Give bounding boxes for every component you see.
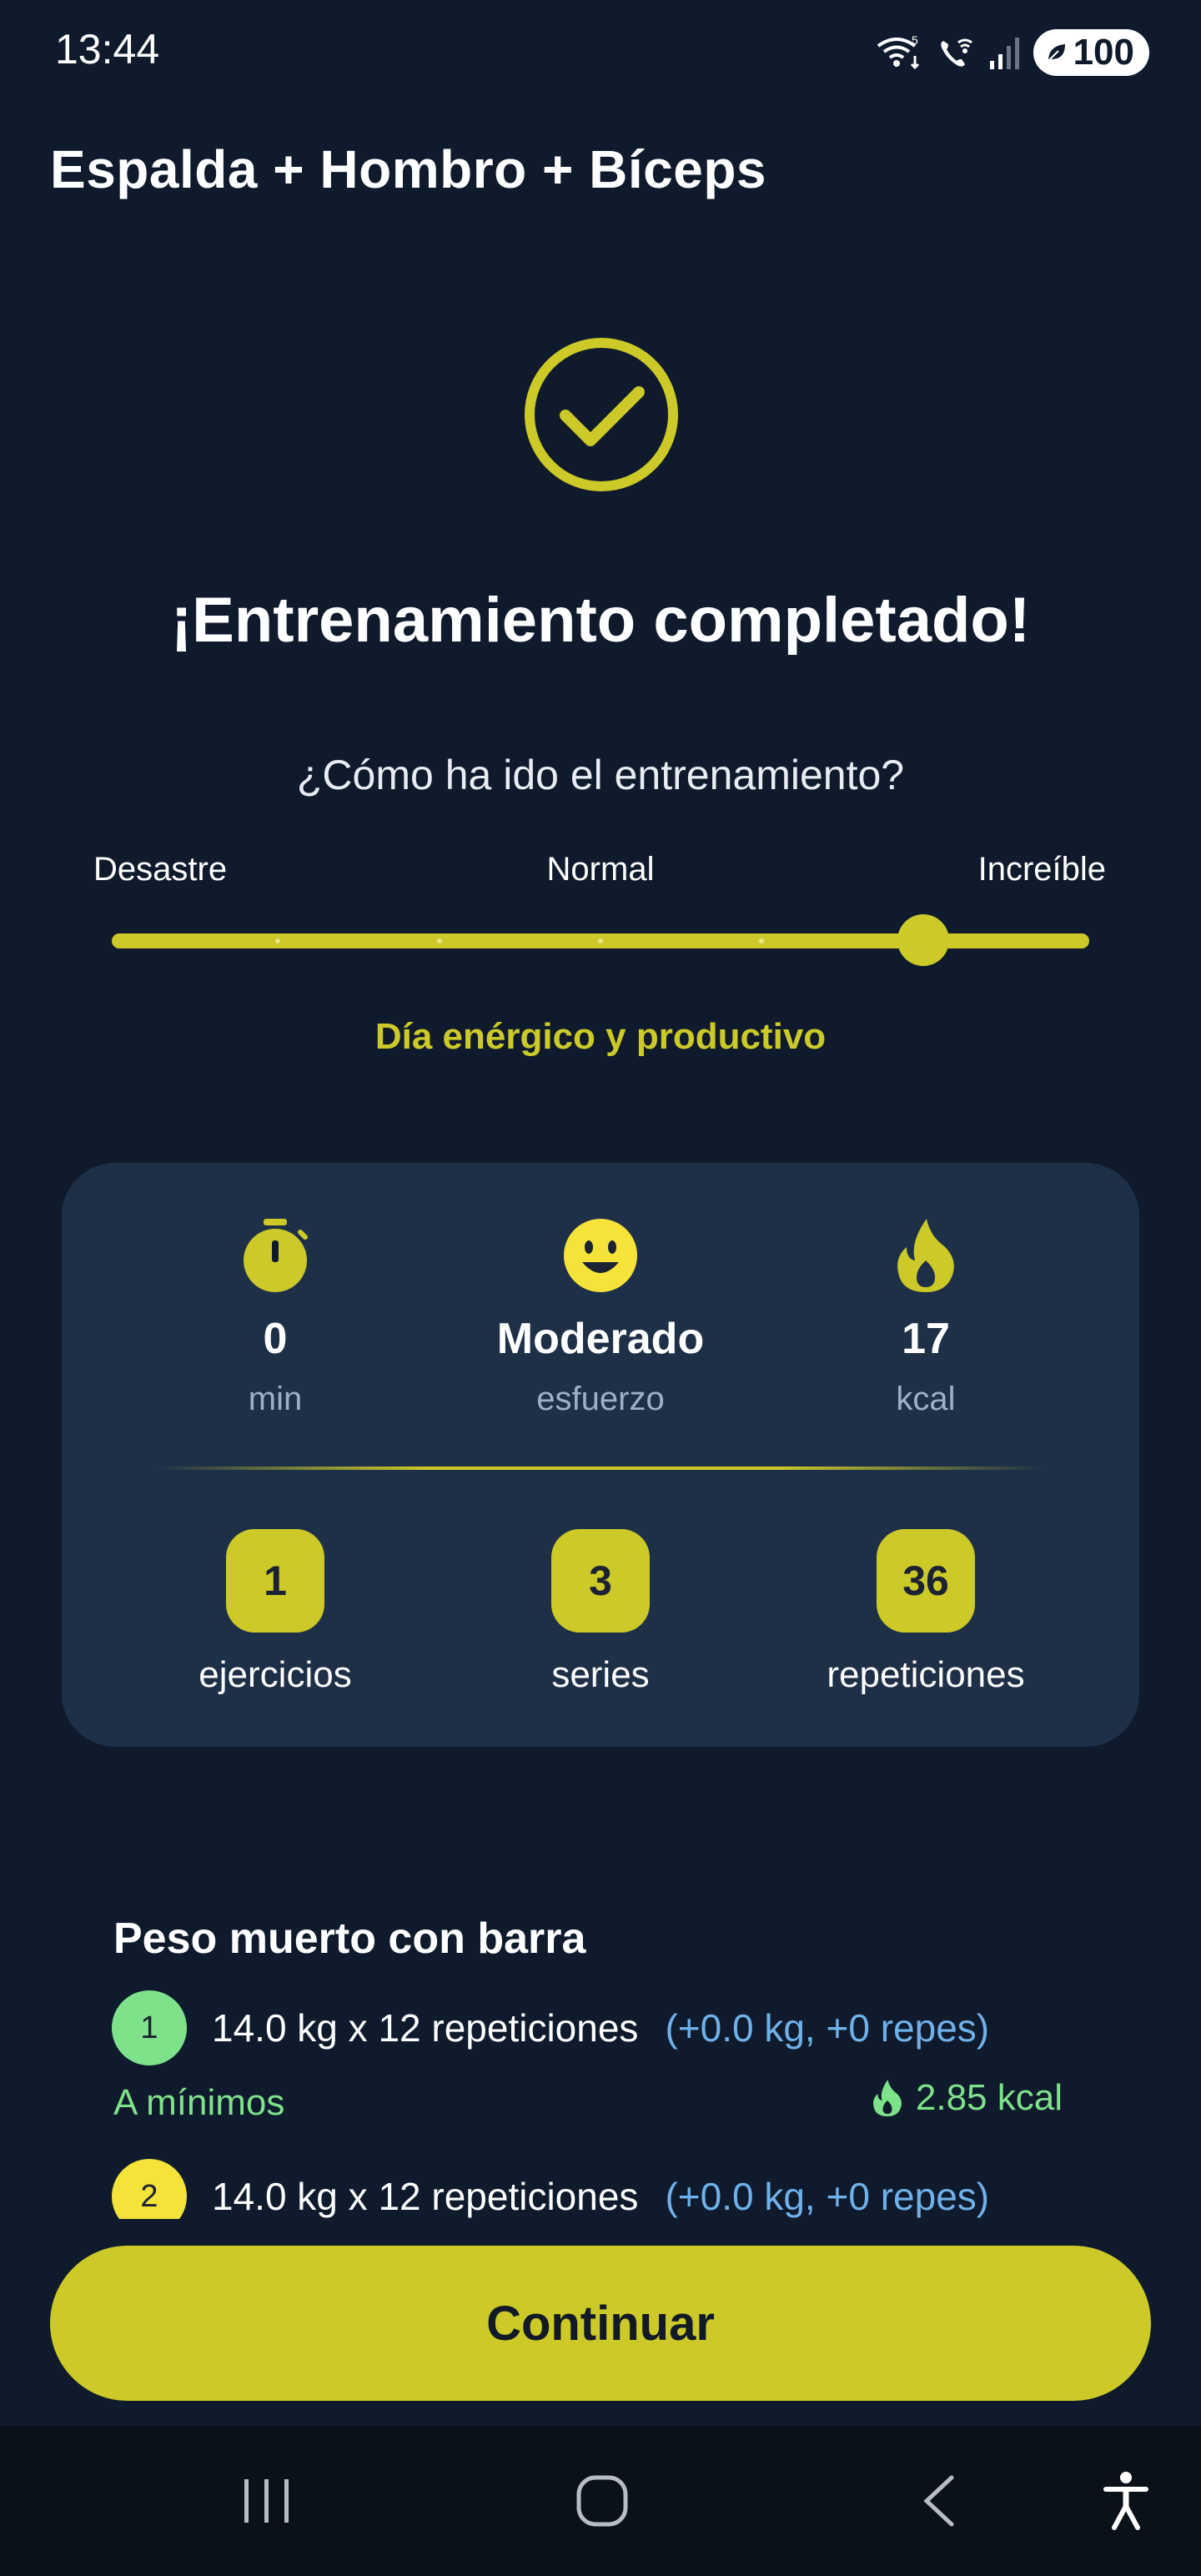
battery-level: 100 [1073, 32, 1134, 73]
set-kcal: 2.85 kcal [871, 2077, 1063, 2119]
count-series: 3 series [434, 1529, 767, 1696]
stopwatch-icon [108, 1214, 442, 1297]
status-icons: 5 100 [875, 28, 1149, 77]
set-number-badge: 1 [112, 1990, 187, 2065]
accessibility-icon[interactable] [1068, 2426, 1184, 2576]
completion-headline: ¡Entrenamiento completado! [170, 585, 1031, 656]
exercise-name: Peso muerto con barra [113, 1914, 586, 1963]
duration-unit: min [248, 1381, 303, 1417]
check-circle-icon [522, 335, 681, 494]
stat-duration: 0 min [108, 1214, 442, 1418]
series-count-badge: 3 [551, 1529, 650, 1633]
stat-calories: 17 kcal [759, 1214, 1093, 1418]
flame-icon [872, 2080, 902, 2116]
continue-button[interactable]: Continuar [50, 2246, 1151, 2401]
duration-value: 0 [263, 1315, 288, 1363]
slider-tick [598, 938, 603, 943]
slider-tick [759, 938, 764, 943]
stats-divider [158, 1467, 1043, 1470]
set-delta: (+0.0 kg, +0 repes) [665, 2175, 990, 2218]
set-summary: 14.0 kg x 12 repeticiones [212, 2175, 639, 2218]
exercises-label: ejercicios [198, 1654, 352, 1695]
stat-effort: Moderado esfuerzo [434, 1214, 767, 1418]
smiley-face-icon [434, 1214, 767, 1297]
slider-tick [437, 938, 442, 943]
calories-unit: kcal [896, 1381, 956, 1417]
reps-count-badge: 36 [877, 1529, 975, 1633]
vowifi-icon [940, 38, 972, 67]
home-icon[interactable] [544, 2426, 661, 2576]
slider-tick [275, 938, 280, 943]
page-title: Espalda + Hombro + Bíceps [50, 139, 766, 199]
rating-slider-thumb[interactable] [897, 914, 949, 966]
wifi-calling-icon: 5 [877, 34, 919, 70]
calories-value: 17 [902, 1315, 950, 1363]
count-reps: 36 repeticiones [759, 1529, 1093, 1696]
effort-unit: esfuerzo [536, 1381, 665, 1417]
scale-label-max: Increíble [977, 851, 1106, 888]
status-time: 13:44 [55, 26, 160, 73]
reps-label: repeticiones [827, 1654, 1025, 1695]
leaf-icon [1047, 44, 1065, 62]
intensity-label: A mínimos [113, 2082, 285, 2123]
set-delta: (+0.0 kg, +0 repes) [665, 2006, 990, 2050]
back-icon[interactable] [881, 2426, 997, 2576]
rating-question: ¿Cómo ha ido el entrenamiento? [296, 752, 905, 798]
system-nav-bar [0, 2426, 1201, 2576]
flame-icon [759, 1214, 1093, 1297]
series-label: series [551, 1654, 650, 1695]
battery-indicator: 100 [1033, 29, 1149, 76]
svg-text:5: 5 [912, 34, 918, 47]
signal-icon [989, 38, 1019, 69]
mood-description: Día enérgico y productivo [374, 1016, 827, 1057]
set-summary: 14.0 kg x 12 repeticiones [212, 2006, 639, 2050]
exercises-count-badge: 1 [226, 1529, 324, 1633]
recent-apps-icon[interactable] [209, 2426, 325, 2576]
count-exercises: 1 ejercicios [108, 1529, 442, 1696]
set-row: 1 14.0 kg x 12 repeticiones (+0.0 kg, +0… [112, 1990, 1113, 2065]
effort-value: Moderado [496, 1315, 705, 1363]
kcal-value: 2.85 kcal [915, 2077, 1063, 2118]
